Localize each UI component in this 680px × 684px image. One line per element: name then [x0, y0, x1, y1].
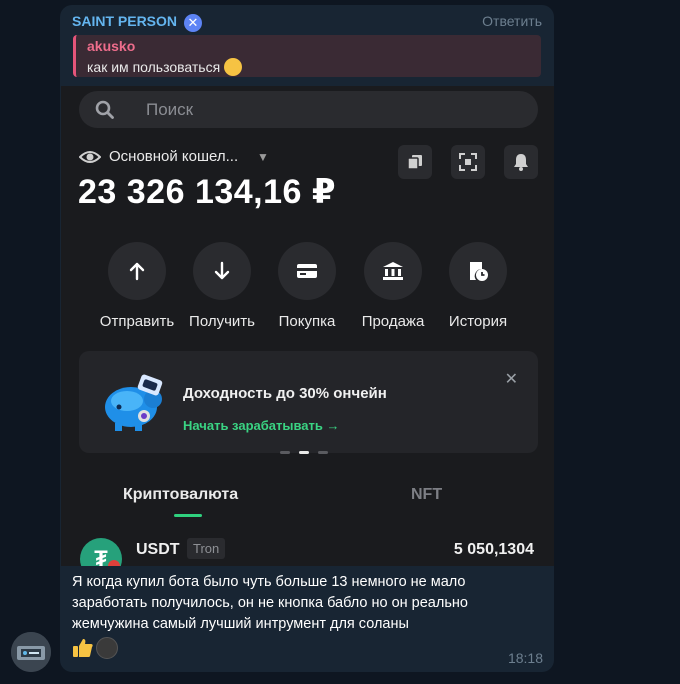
sender-name[interactable]: SAINT PERSON: [72, 13, 177, 29]
carousel-dot-active: [299, 451, 309, 454]
action-label: Отправить: [99, 313, 175, 330]
promo-link-label: Начать зарабатывать: [183, 418, 323, 433]
sender-badge-icon: ✕: [184, 14, 202, 32]
active-tab-indicator: [174, 514, 202, 517]
action-send: Отправить: [91, 242, 183, 330]
message-header: SAINT PERSON ✕ Ответить: [72, 13, 542, 33]
asset-chain-badge: Tron: [187, 538, 226, 559]
piggy-bank-icon: [99, 371, 169, 433]
action-receive: Получить: [176, 242, 268, 330]
sender-avatar[interactable]: [11, 632, 51, 672]
carousel-dot: [318, 451, 328, 454]
message-time: 18:18: [507, 650, 543, 666]
message-text: Я когда купил бота было чуть больше 13 н…: [72, 574, 468, 632]
bell-icon: [504, 145, 538, 179]
arrow-down-icon: [193, 242, 251, 300]
action-label: Продажа: [361, 313, 425, 330]
quote-text: как им пользоваться: [87, 59, 221, 75]
promo-title: Доходность до 30% ончейн: [183, 385, 387, 402]
wallet-balance: 23 326 134,16 ₽: [78, 173, 337, 211]
quote-author: akusko: [87, 38, 136, 54]
arrow-up-icon: [108, 242, 166, 300]
tron-network-badge-icon: [108, 560, 120, 566]
action-sell: Продажа: [347, 242, 439, 330]
tab-crypto: Криптовалюта: [123, 486, 239, 503]
search-placeholder: Поиск: [146, 100, 194, 119]
asset-name: USDT: [136, 541, 180, 558]
search-icon: [95, 100, 115, 125]
wallet-search-bar: Поиск: [79, 91, 538, 128]
bank-icon: [364, 242, 422, 300]
close-icon: ✕: [504, 371, 518, 388]
reactions[interactable]: [72, 637, 118, 659]
carousel-dot: [280, 451, 290, 454]
action-buy: Покупка: [261, 242, 353, 330]
asset-amount: 5 050,1304: [453, 541, 534, 558]
wallet-screenshot[interactable]: Поиск Основной кошел... ▼ 23 326 134,16 …: [61, 86, 554, 566]
promo-link: Начать зарабатывать →: [183, 418, 340, 433]
reply-quote[interactable]: akusko как им пользоваться: [73, 35, 541, 77]
quote-text-row: как им пользоваться: [87, 58, 243, 76]
tab-nft: NFT: [411, 486, 443, 503]
action-label: Получить: [189, 313, 255, 330]
thumbs-up-icon[interactable]: [72, 637, 94, 659]
history-icon: [449, 242, 507, 300]
caret-down-icon: ▼: [257, 150, 269, 164]
eye-icon: [78, 148, 102, 171]
arrow-right-icon: →: [326, 418, 340, 433]
reaction-user-avatar[interactable]: [96, 637, 118, 659]
promo-banner: Доходность до 30% ончейн Начать зарабаты…: [79, 351, 538, 454]
reply-button[interactable]: Ответить: [482, 13, 542, 29]
copy-icon: [398, 145, 432, 179]
action-label: История: [448, 313, 508, 330]
card-icon: [278, 242, 336, 300]
scan-icon: [451, 145, 485, 179]
wallet-name: Основной кошел...: [109, 148, 239, 165]
thinking-face-emoji-icon: [224, 58, 243, 76]
action-history: История: [432, 242, 524, 330]
carousel-dots: [280, 441, 337, 459]
action-label: Покупка: [278, 313, 336, 330]
